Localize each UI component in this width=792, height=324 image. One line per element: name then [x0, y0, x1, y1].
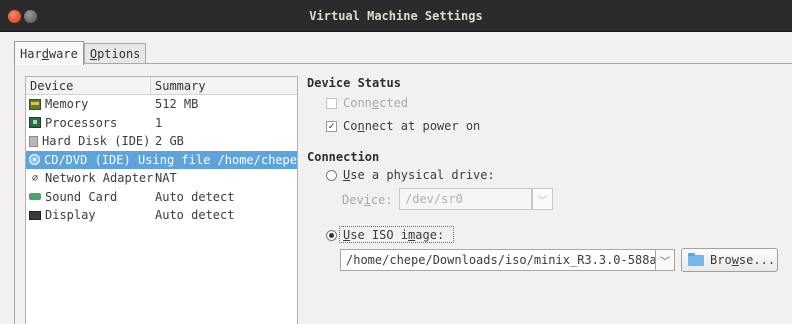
connect-power-mnemonic: n — [357, 119, 365, 133]
device-summary: 1 — [155, 115, 163, 130]
device-table[interactable]: Device Summary Memory 512 MB Processors … — [25, 76, 298, 324]
connect-power-label: Co — [343, 119, 358, 133]
processor-icon — [29, 117, 41, 129]
checkmark-icon: ✓ — [326, 120, 337, 132]
column-header-summary[interactable]: Summary — [151, 77, 210, 94]
column-header-device[interactable]: Device — [26, 77, 151, 94]
window-title: Virtual Machine Settings — [309, 9, 483, 23]
device-row-network-adapter[interactable]: ⌀ Network Adapter NAT — [26, 169, 297, 188]
connected-label-rest: cted — [379, 96, 409, 110]
device-summary: Auto detect — [155, 208, 235, 223]
physical-drive-mnemonic: U — [343, 168, 351, 182]
device-summary: Auto detect — [155, 189, 235, 204]
connected-mnemonic: e — [371, 96, 380, 110]
tab-hardware-label: Har — [20, 47, 42, 61]
device-name: Memory — [45, 97, 89, 112]
device-summary: Using file /home/chepe — [138, 152, 297, 167]
physical-device-combo[interactable]: /dev/sr0 — [399, 188, 532, 210]
browse-label-rest: se... — [738, 253, 776, 267]
device-row-sound-card[interactable]: Sound Card Auto detect — [26, 188, 297, 207]
tab-options[interactable]: Options — [83, 43, 147, 65]
sound-card-icon — [29, 193, 41, 201]
device-name: Processors — [45, 115, 118, 130]
device-row-hard-disk[interactable]: Hard Disk (IDE) 2 GB — [26, 132, 297, 151]
connected-label: Conn — [343, 96, 372, 110]
physical-drive-label: se a physical drive: — [350, 168, 495, 182]
physical-device-dropdown-button[interactable]: ﹀ — [532, 188, 553, 210]
iso-path-dropdown-button[interactable]: ﹀ — [655, 249, 675, 271]
device-summary: 2 GB — [155, 134, 184, 149]
connected-checkbox[interactable]: Conn e cted — [326, 96, 408, 110]
network-icon: ⌀ — [31, 172, 39, 184]
tab-strip: Hardware Options — [14, 41, 147, 65]
device-label: Dev i ce: — [342, 193, 393, 207]
device-status-heading: Device Status — [307, 76, 401, 90]
device-row-cd-dvd[interactable]: CD/DVD (IDE) Using file /home/chepe — [26, 150, 297, 169]
iso-label: se ISO i — [350, 228, 409, 242]
device-name: Sound Card — [45, 189, 118, 204]
radio-on-icon — [326, 229, 337, 241]
display-icon — [29, 210, 41, 220]
hard-disk-icon — [29, 135, 38, 147]
connect-power-label-rest: nect at power on — [364, 119, 481, 133]
device-row-processors[interactable]: Processors 1 — [26, 114, 297, 133]
iso-mnemonic-2: m — [408, 228, 416, 242]
browse-label: Bro — [710, 253, 732, 267]
connected-checkbox-box — [326, 97, 337, 109]
tab-hardware-mnemonic: d — [41, 47, 49, 61]
connect-at-power-on-checkbox[interactable]: ✓ Co n nect at power on — [326, 119, 480, 133]
iso-label-rest: age: — [415, 228, 445, 242]
device-label-text: Dev — [342, 193, 364, 207]
device-name: Display — [45, 208, 96, 223]
title-bar: Virtual Machine Settings — [0, 0, 792, 32]
device-row-memory[interactable]: Memory 512 MB — [26, 95, 297, 114]
tab-hardware-label-rest: ware — [48, 47, 78, 61]
iso-image-radio[interactable]: Use ISO i m age: — [326, 228, 444, 242]
cdrom-icon — [29, 154, 40, 166]
device-name: Network Adapter — [45, 171, 154, 186]
device-name: Hard Disk (IDE) — [42, 134, 151, 149]
memory-icon — [29, 98, 41, 110]
device-summary: 512 MB — [155, 97, 199, 112]
browse-mnemonic: w — [731, 253, 739, 267]
device-label-rest: ce: — [370, 193, 393, 207]
tab-hardware[interactable]: Hardware — [14, 41, 84, 65]
physical-drive-radio[interactable]: Use a physical drive: — [326, 168, 495, 182]
connection-heading: Connection — [307, 150, 380, 164]
folder-icon — [688, 252, 704, 266]
tab-options-label: ptions — [97, 47, 141, 61]
iso-path-combo[interactable]: /home/chepe/Downloads/iso/minix_R3.3.0-5… — [340, 249, 656, 271]
iso-mnemonic: U — [343, 228, 351, 242]
device-label-mnemonic: i — [363, 193, 371, 207]
radio-off-icon — [326, 169, 337, 181]
device-table-header: Device Summary — [26, 77, 297, 95]
browse-button[interactable]: Bro w se... — [681, 248, 778, 272]
chevron-down-icon: ﹀ — [660, 256, 670, 268]
chevron-down-icon: ﹀ — [537, 195, 548, 207]
device-row-display[interactable]: Display Auto detect — [26, 206, 297, 225]
device-summary: NAT — [155, 171, 177, 186]
physical-device-value: /dev/sr0 — [405, 192, 463, 206]
tab-options-mnemonic: O — [89, 47, 98, 61]
iso-path-value: /home/chepe/Downloads/iso/minix_R3.3.0-5… — [346, 253, 656, 267]
device-name: CD/DVD (IDE) — [44, 152, 131, 167]
